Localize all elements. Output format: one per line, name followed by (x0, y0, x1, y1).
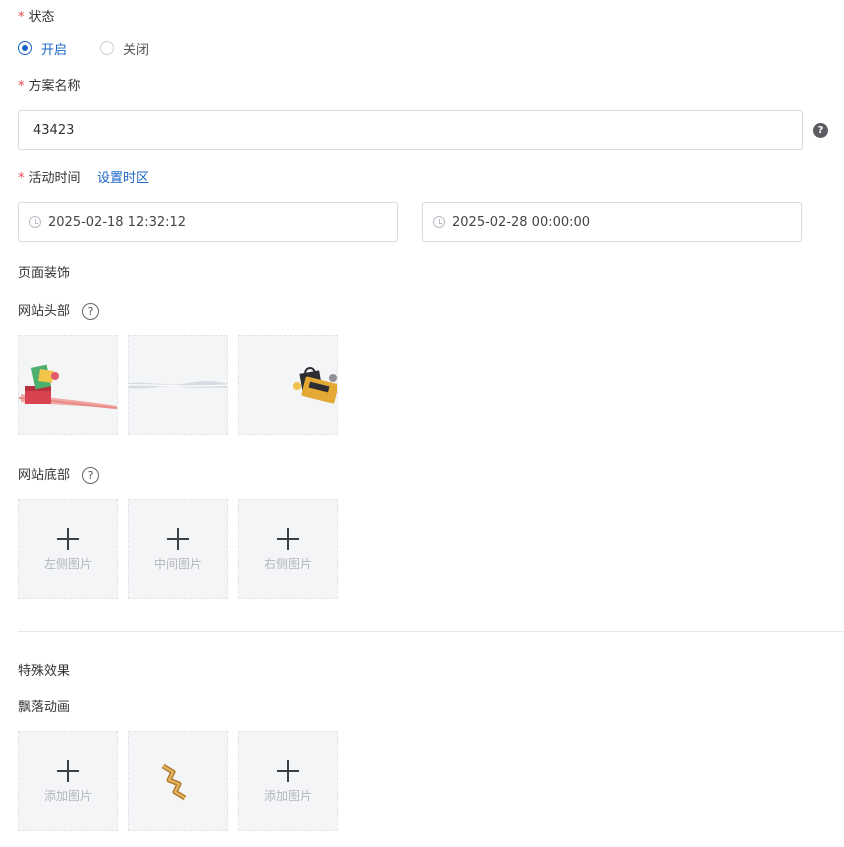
upload-right-image[interactable]: 右侧图片 (238, 499, 338, 599)
radio-enabled[interactable]: 开启 (18, 40, 68, 58)
upload-caption: 右侧图片 (263, 557, 312, 571)
gift-box-ribbon-image (19, 364, 117, 409)
plan-name-input[interactable] (18, 110, 803, 150)
plus-icon (167, 528, 189, 550)
plus-icon (57, 760, 79, 782)
upload-caption: 左侧图片 (43, 557, 92, 571)
silver-ribbon-image (129, 381, 227, 389)
radio-enabled-label: 开启 (41, 42, 68, 58)
plus-icon (57, 528, 79, 550)
radio-dot-icon (100, 41, 114, 55)
radio-dot-icon (18, 41, 32, 55)
upload-left-image[interactable]: 左侧图片 (18, 499, 118, 599)
plan-name-label: * 方案名称 (18, 79, 81, 94)
set-timezone-link[interactable]: 设置时区 (97, 171, 149, 187)
required-mark: * (18, 10, 25, 25)
end-time-picker[interactable]: 2025-02-28 00:00:00 (422, 202, 802, 242)
upload-caption: 中间图片 (153, 557, 202, 571)
question-icon[interactable]: ? (82, 303, 99, 320)
required-mark: * (18, 171, 25, 186)
plus-icon (277, 760, 299, 782)
gold-ribbon-image[interactable] (128, 731, 228, 831)
upload-caption: 添加图片 (263, 789, 312, 803)
end-time-value: 2025-02-28 00:00:00 (452, 214, 591, 230)
upload-middle-image[interactable]: 中间图片 (128, 499, 228, 599)
gift-box-ribbon-image[interactable] (18, 335, 118, 435)
start-time-value: 2025-02-18 12:32:12 (48, 214, 187, 230)
falling-animation-label: 飘落动画 (18, 700, 71, 715)
site-footer-label: 网站底部 (18, 468, 71, 483)
start-time-picker[interactable]: 2025-02-18 12:32:12 (18, 202, 398, 242)
question-icon[interactable]: ? (82, 467, 99, 484)
clock-icon (29, 216, 41, 228)
activity-time-label: * 活动时间 (18, 171, 81, 186)
upload-caption: 添加图片 (43, 789, 92, 803)
radio-disabled-label: 关闭 (123, 42, 150, 58)
required-mark: * (18, 79, 25, 94)
silver-ribbon-image[interactable] (128, 335, 228, 435)
plus-icon (277, 528, 299, 550)
radio-disabled[interactable]: 关闭 (100, 40, 150, 58)
add-image-slot-right[interactable]: 添加图片 (238, 731, 338, 831)
page-decoration-heading: 页面装饰 (18, 266, 71, 281)
clock-icon (433, 216, 445, 228)
gold-ribbon-image (161, 763, 187, 801)
discount-shopping-bag-image[interactable] (238, 335, 338, 435)
status-label: * 状态 (18, 10, 55, 25)
site-header-label: 网站头部 (18, 304, 71, 319)
add-image-slot-left[interactable]: 添加图片 (18, 731, 118, 831)
special-effects-heading: 特殊效果 (18, 664, 71, 679)
discount-shopping-bag-image (293, 367, 337, 404)
section-divider (18, 631, 844, 632)
question-icon[interactable]: ? (813, 123, 828, 138)
